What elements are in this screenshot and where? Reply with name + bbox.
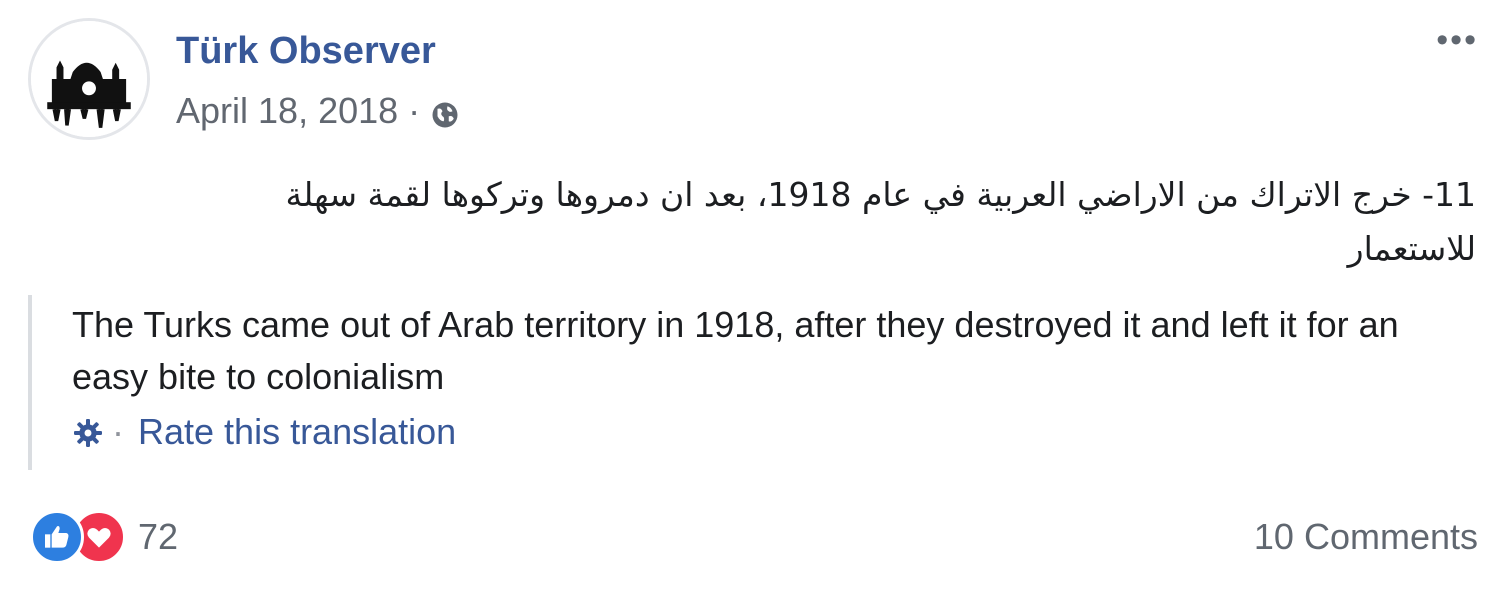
- translation-text: The Turks came out of Arab territory in …: [72, 304, 1399, 397]
- like-icon: [30, 510, 84, 564]
- post-date[interactable]: April 18, 2018: [176, 90, 398, 132]
- gear-icon[interactable]: [72, 416, 104, 448]
- post-meta: April 18, 2018 ·: [176, 90, 460, 132]
- rate-translation-link[interactable]: Rate this translation: [138, 411, 456, 453]
- facebook-post: Türk Observer April 18, 2018 · ••• 11- خ…: [0, 0, 1500, 593]
- globe-icon[interactable]: [430, 97, 460, 128]
- rate-translation-row: · Rate this translation: [72, 411, 1478, 453]
- comments-count-link[interactable]: 10 Comments: [1254, 516, 1478, 558]
- post-text-original: 11- خرج الاتراك من الاراضي العربية في عا…: [285, 175, 1476, 268]
- rate-separator: ·: [112, 411, 124, 452]
- meta-separator: ·: [408, 90, 421, 131]
- translation-block: The Turks came out of Arab territory in …: [28, 295, 1478, 470]
- author-name[interactable]: Türk Observer: [176, 30, 436, 73]
- reactions-summary[interactable]: 72: [30, 510, 178, 564]
- reaction-count[interactable]: 72: [138, 516, 178, 558]
- avatar-image: [31, 21, 147, 137]
- page-avatar[interactable]: [28, 18, 150, 140]
- more-options-button[interactable]: •••: [1436, 23, 1478, 57]
